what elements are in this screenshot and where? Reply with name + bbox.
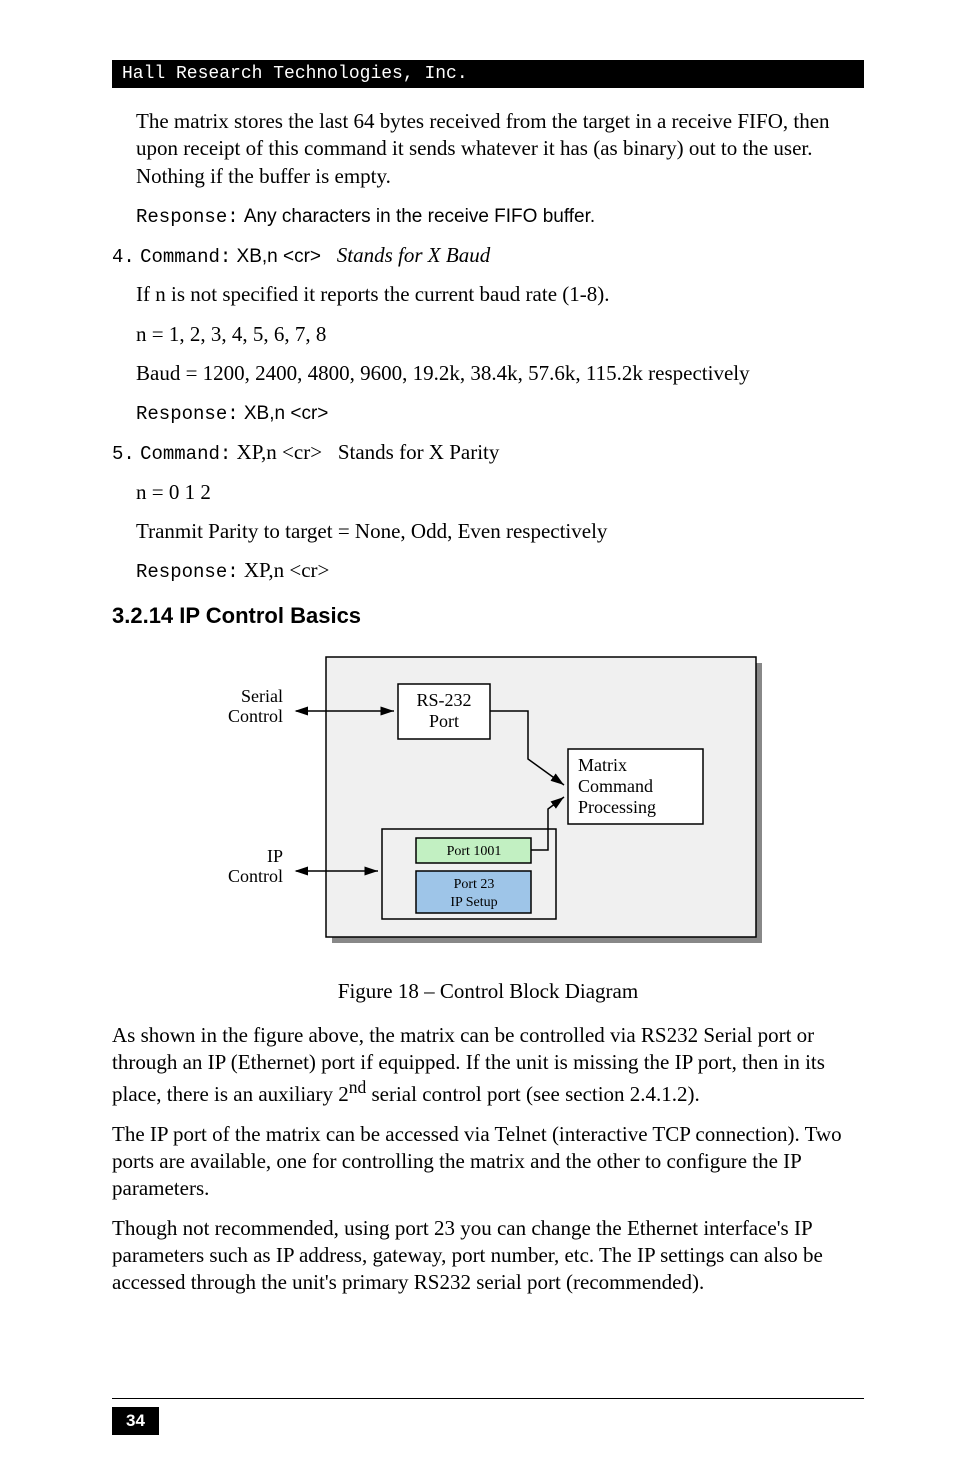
cmd4-resp-val: XB,n <cr> bbox=[244, 403, 329, 424]
cmd5-label: Command: bbox=[140, 443, 231, 465]
cmd4-p2: n = 1, 2, 3, 4, 5, 6, 7, 8 bbox=[136, 321, 864, 348]
svg-text:IP Setup: IP Setup bbox=[450, 895, 497, 910]
paragraph-2: As shown in the figure above, the matrix… bbox=[112, 1022, 864, 1109]
cmd4-val: XB,n <cr> bbox=[237, 246, 322, 267]
cmd5-resp-val: XP,n <cr> bbox=[244, 558, 330, 582]
svg-text:IP: IP bbox=[267, 846, 283, 866]
para2-tail: serial control port (see section 2.4.1.2… bbox=[366, 1082, 700, 1106]
section-heading: 3.2.14 IP Control Basics bbox=[112, 603, 864, 629]
cmd5-p1: n = 0 1 2 bbox=[136, 479, 864, 506]
cmd5-val: XP,n <cr> bbox=[237, 440, 323, 464]
command-4-line: 4. Command: XB,n <cr> Stands for X Baud bbox=[112, 242, 864, 270]
svg-text:Processing: Processing bbox=[578, 797, 656, 817]
page-number: 34 bbox=[112, 1407, 159, 1435]
cmd5-response: Response: XP,n <cr> bbox=[136, 557, 864, 585]
paragraph-3: The IP port of the matrix can be accesse… bbox=[112, 1121, 864, 1203]
figure-caption: Figure 18 – Control Block Diagram bbox=[112, 979, 864, 1004]
cmd4-resp-label: Response: bbox=[136, 403, 239, 425]
response-1: Response: Any characters in the receive … bbox=[136, 202, 864, 230]
cmd4-response: Response: XB,n <cr> bbox=[136, 399, 864, 427]
command-5-line: 5. Command: XP,n <cr> Stands for X Parit… bbox=[112, 439, 864, 467]
cmd4-label: Command: bbox=[140, 246, 231, 268]
paragraph-1: The matrix stores the last 64 bytes rece… bbox=[136, 108, 864, 190]
cmd4-desc: Stands for X Baud bbox=[337, 243, 490, 267]
svg-text:Port 1001: Port 1001 bbox=[447, 844, 502, 859]
svg-text:RS-232: RS-232 bbox=[416, 690, 471, 710]
svg-text:Command: Command bbox=[578, 776, 653, 796]
svg-text:Control: Control bbox=[228, 706, 283, 726]
svg-text:Control: Control bbox=[228, 866, 283, 886]
control-block-diagram: RS-232 Port Matrix Command Processing Po… bbox=[208, 649, 768, 959]
paragraph-4: Though not recommended, using port 23 yo… bbox=[112, 1215, 864, 1297]
footer-rule bbox=[112, 1398, 864, 1399]
cmd4-p3: Baud = 1200, 2400, 4800, 9600, 19.2k, 38… bbox=[136, 360, 864, 387]
para2-sup: nd bbox=[349, 1077, 367, 1097]
cmd4-p1: If n is not specified it reports the cur… bbox=[136, 281, 864, 308]
svg-text:Matrix: Matrix bbox=[578, 755, 627, 775]
svg-text:Port 23: Port 23 bbox=[454, 877, 495, 892]
cmd5-desc: Stands for X Parity bbox=[338, 440, 500, 464]
page-header: Hall Research Technologies, Inc. bbox=[112, 60, 864, 88]
page-footer: 34 bbox=[112, 1398, 864, 1435]
cmd4-num: 4. bbox=[112, 246, 135, 268]
cmd5-p2: Tranmit Parity to target = None, Odd, Ev… bbox=[136, 518, 864, 545]
response-1-text: Any characters in the receive FIFO buffe… bbox=[244, 206, 595, 227]
cmd5-resp-label: Response: bbox=[136, 561, 239, 583]
svg-text:Port: Port bbox=[429, 711, 459, 731]
svg-text:Serial: Serial bbox=[241, 686, 283, 706]
response-1-label: Response: bbox=[136, 206, 239, 228]
cmd5-num: 5. bbox=[112, 443, 135, 465]
